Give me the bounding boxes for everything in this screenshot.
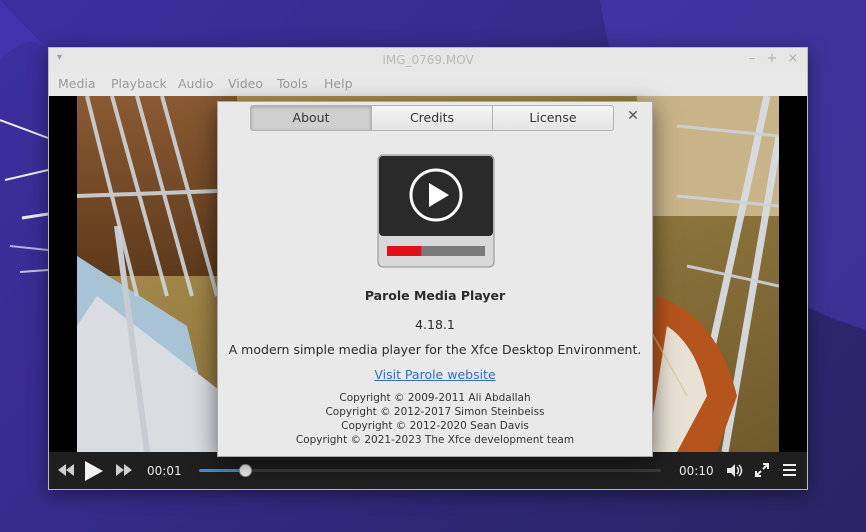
- menu-playback[interactable]: Playback: [111, 76, 167, 91]
- copyright-block: Copyright © 2009-2011 Ali Abdallah Copyr…: [218, 391, 652, 447]
- menu-media[interactable]: Media: [58, 76, 96, 91]
- copyright-line: Copyright © 2021-2023 The Xfce developme…: [295, 434, 575, 446]
- icon-progress-fill: [387, 246, 422, 256]
- minimize-icon[interactable]: –: [745, 51, 759, 66]
- app-description: A modern simple media player for the Xfc…: [228, 342, 642, 357]
- app-version: 4.18.1: [415, 317, 455, 332]
- maximize-icon[interactable]: +: [765, 51, 779, 66]
- copyright-line: Copyright © 2012-2017 Simon Steinbeiss: [325, 406, 545, 418]
- window-title: IMG_0769.MOV: [382, 53, 474, 67]
- menu-help[interactable]: Help: [324, 76, 353, 91]
- parole-app-icon: [377, 154, 495, 268]
- menu-audio[interactable]: Audio: [178, 76, 214, 91]
- volume-icon[interactable]: [727, 464, 743, 477]
- copyright-line: Copyright © 2009-2011 Ali Abdallah: [339, 392, 531, 404]
- duration-time: 00:10: [679, 464, 714, 478]
- about-dialog: About Credits License ✕ Parole Media Pla…: [217, 101, 653, 457]
- menu-tools[interactable]: Tools: [277, 76, 308, 91]
- copyright-line: Copyright © 2012-2020 Sean Davis: [341, 420, 529, 432]
- seek-bar[interactable]: [199, 464, 661, 477]
- elapsed-time: 00:01: [147, 464, 182, 478]
- play-icon[interactable]: [85, 461, 103, 481]
- menubar: Media Playback Audio Video Tools Help: [49, 72, 807, 96]
- playlist-menu-icon[interactable]: [783, 464, 796, 476]
- app-name: Parole Media Player: [364, 288, 506, 303]
- dialog-close-icon[interactable]: ✕: [626, 109, 640, 123]
- about-tabs: About Credits License: [250, 105, 614, 131]
- rewind-icon[interactable]: [58, 464, 74, 476]
- close-icon[interactable]: ×: [786, 51, 800, 66]
- tab-credits[interactable]: Credits: [371, 106, 492, 130]
- website-link[interactable]: Visit Parole website: [374, 367, 495, 382]
- menu-video[interactable]: Video: [228, 76, 263, 91]
- tab-about[interactable]: About: [251, 106, 371, 130]
- window-titlebar[interactable]: ▾ IMG_0769.MOV – + ×: [49, 48, 807, 72]
- tab-license[interactable]: License: [492, 106, 613, 130]
- fast-forward-icon[interactable]: [116, 464, 132, 476]
- playback-controls: 00:01 00:10: [49, 452, 807, 489]
- fullscreen-icon[interactable]: [755, 463, 769, 477]
- seek-handle[interactable]: [239, 464, 253, 477]
